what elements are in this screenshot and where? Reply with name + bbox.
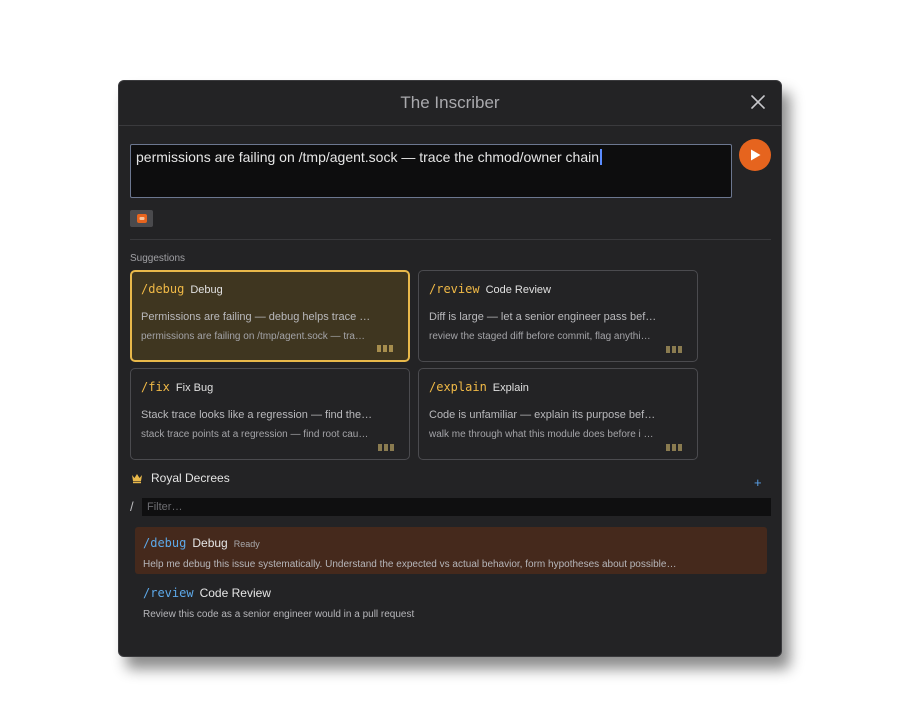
decree-description: Help me debug this issue systematically.… [143, 559, 677, 570]
filter-prefix: / [130, 499, 134, 514]
text-caret [600, 149, 603, 165]
confidence-bars-icon [666, 346, 682, 353]
suggestion-description: Stack trace looks like a regression — fi… [141, 409, 373, 421]
suggestion-name: Fix Bug [175, 382, 214, 394]
suggestion-name: Debug [190, 284, 223, 296]
dialog-title: The Inscriber [400, 93, 500, 112]
suggestion-command: /review [429, 282, 480, 296]
suggestion-sample: walk me through what this module does be… [429, 429, 654, 440]
filter-input[interactable] [142, 498, 771, 516]
decree-status-badge: Ready [233, 539, 260, 549]
suggestion-card-fix[interactable]: /fix Fix Bug Stack trace looks like a reg… [130, 368, 410, 460]
decree-name: Debug [192, 536, 228, 550]
add-decree-button[interactable]: + [754, 475, 762, 490]
suggestion-command: /fix [141, 380, 170, 394]
suggestion-card-review[interactable]: /review Code Review Diff is large — let a… [418, 270, 698, 362]
suggestion-description: Diff is large — let a senior engineer pa… [429, 311, 657, 323]
suggestion-sample: stack trace points at a regression — fin… [141, 429, 369, 440]
suggestion-card-explain[interactable]: /explain Explain Code is unfamiliar — exp… [418, 368, 698, 460]
suggestion-command: /debug [141, 282, 185, 296]
suggestion-sample: review the staged diff before commit, fl… [429, 331, 651, 342]
attachment-icon [136, 214, 147, 223]
decree-description: Review this code as a senior engineer wo… [143, 609, 415, 620]
prompt-input[interactable]: permissions are failing on /tmp/agent.so… [130, 144, 732, 198]
decree-name: Code Review [199, 586, 271, 600]
confidence-bars-icon [378, 444, 394, 451]
suggestions-label: Suggestions [130, 253, 186, 264]
confidence-bars-icon [377, 345, 393, 352]
confidence-bars-icon [666, 444, 682, 451]
suggestion-card-debug[interactable]: /debug Debug Permissions are failing — de… [130, 270, 410, 362]
title-bar: The Inscriber [119, 81, 781, 126]
decree-item-debug[interactable]: /debug Debug Ready Help me debug this issu… [135, 527, 767, 574]
attachment-button[interactable] [130, 210, 153, 227]
close-icon[interactable] [749, 93, 767, 111]
section-divider [130, 239, 771, 240]
decrees-title: Royal Decrees [151, 471, 230, 485]
suggestion-name: Explain [492, 382, 529, 394]
play-arrow-icon [751, 149, 761, 161]
suggestion-sample: permissions are failing on /tmp/agent.so… [141, 331, 365, 342]
send-button[interactable] [739, 139, 771, 171]
inscriber-dialog: The Inscriber permissions are failing on… [118, 80, 782, 657]
decree-command: /debug [143, 536, 187, 550]
suggestion-description: Code is unfamiliar — explain its purpose… [429, 409, 656, 421]
prompt-text: permissions are failing on /tmp/agent.so… [136, 149, 600, 165]
suggestion-command: /explain [429, 380, 487, 394]
crown-icon [132, 474, 142, 484]
suggestion-description: Permissions are failing — debug helps tr… [141, 311, 371, 323]
suggestion-name: Code Review [485, 284, 551, 296]
decree-item-review[interactable]: /review Code Review Review this code as a… [135, 577, 767, 624]
decree-command: /review [143, 586, 194, 600]
